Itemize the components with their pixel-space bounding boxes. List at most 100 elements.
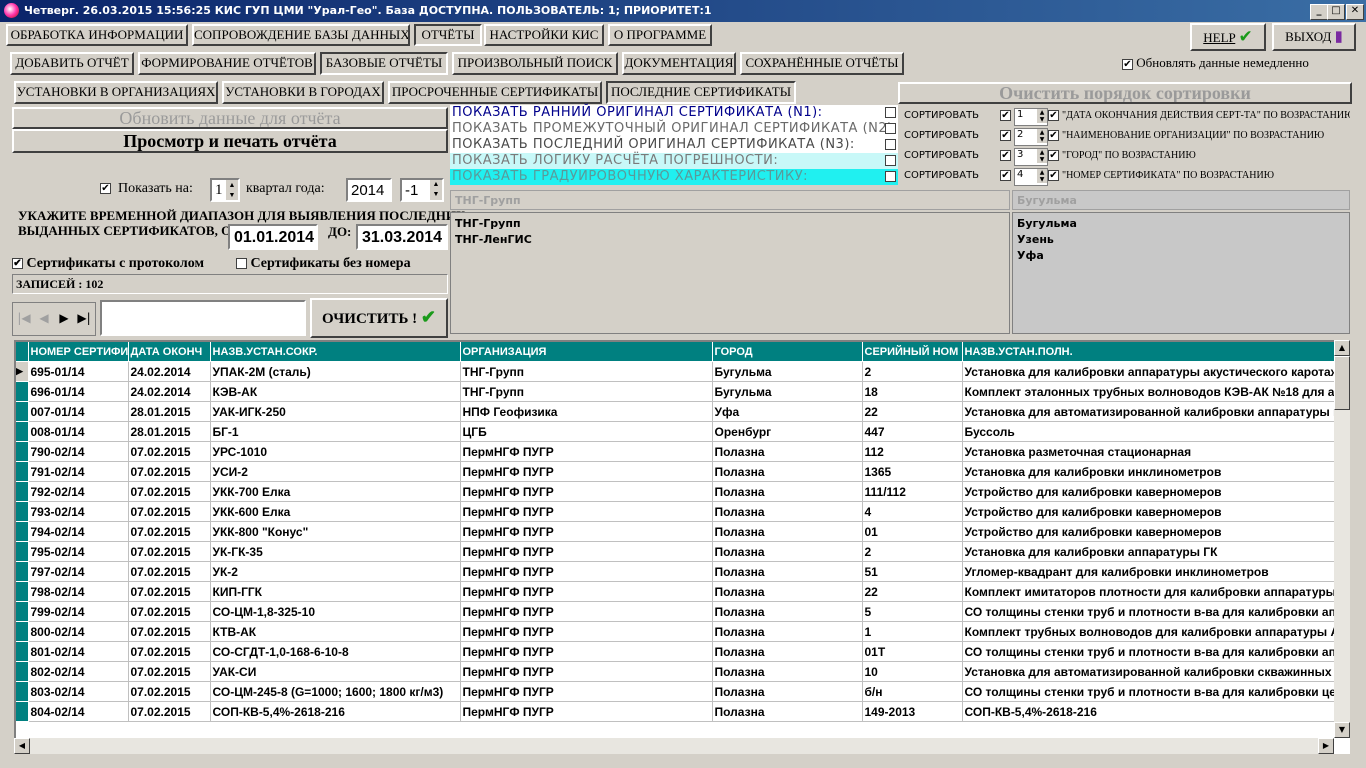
table-cell[interactable]: Устройство для калибровки каверномеров: [962, 501, 1337, 522]
table-cell[interactable]: 792-02/14: [28, 481, 129, 502]
table-cell[interactable]: УК-2: [210, 561, 461, 582]
table-cell[interactable]: Установка для автоматизированной калибро…: [962, 661, 1337, 682]
list-item[interactable]: ТНГ-Групп: [455, 216, 1005, 232]
table-cell[interactable]: 07.02.2015: [128, 481, 211, 502]
row-indicator[interactable]: [16, 641, 29, 662]
table-cell[interactable]: 800-02/14: [28, 621, 129, 642]
table-cell[interactable]: КИП-ГГК: [210, 581, 461, 602]
table-cell[interactable]: Полазна: [712, 441, 863, 462]
table-cell[interactable]: КТВ-АК: [210, 621, 461, 642]
quarter-spinner[interactable]: 1 ▲ ▼: [210, 178, 240, 202]
table-cell[interactable]: УРС-1010: [210, 441, 461, 462]
table-row[interactable]: 790-02/14 07.02.2015 УРС-1010 ПермНГФ ПУГР П…: [16, 441, 1337, 462]
table-cell[interactable]: ЦГБ: [460, 421, 713, 442]
menu-settings[interactable]: НАСТРОЙКИ КИС: [484, 24, 604, 46]
org-filter-input[interactable]: ТНГ-Групп: [450, 190, 1010, 210]
table-cell[interactable]: ТНГ-Групп: [460, 361, 713, 382]
table-cell[interactable]: ПермНГФ ПУГР: [460, 461, 713, 482]
sort-order-spinner[interactable]: 4 ▲ ▼: [1014, 168, 1048, 186]
table-cell[interactable]: 10: [862, 661, 963, 682]
row-indicator[interactable]: [16, 441, 29, 462]
menu-about[interactable]: О ПРОГРАММЕ: [608, 24, 712, 46]
table-row[interactable]: 798-02/14 07.02.2015 КИП-ГГК ПермНГФ ПУГР По…: [16, 581, 1337, 602]
row-indicator[interactable]: [16, 581, 29, 602]
table-cell[interactable]: 007-01/14: [28, 401, 129, 422]
cert-protocol-toggle[interactable]: ✔ Сертификаты с протоколом: [12, 256, 238, 272]
row-indicator[interactable]: [16, 481, 29, 502]
refresh-data-button[interactable]: Обновить данные для отчёта: [12, 107, 448, 129]
table-row[interactable]: 800-02/14 07.02.2015 КТВ-АК ПермНГФ ПУГР Пол…: [16, 621, 1337, 642]
table-cell[interactable]: СО-СГДТ-1,0-168-6-10-8: [210, 641, 461, 662]
spinner-arrows-icon[interactable]: ▲ ▼: [1037, 169, 1047, 183]
table-cell[interactable]: 07.02.2015: [128, 541, 211, 562]
table-cell[interactable]: УКК-700 Елка: [210, 481, 461, 502]
table-cell[interactable]: Полазна: [712, 601, 863, 622]
table-cell[interactable]: 28.01.2015: [128, 421, 211, 442]
table-cell[interactable]: УАК-ИГК-250: [210, 401, 461, 422]
row-indicator[interactable]: [16, 461, 29, 482]
table-cell[interactable]: 112: [862, 441, 963, 462]
menu-processing[interactable]: ОБРАБОТКА ИНФОРМАЦИИ: [6, 24, 188, 46]
table-cell[interactable]: ТНГ-Групп: [460, 381, 713, 402]
row-indicator[interactable]: [16, 701, 29, 722]
table-cell[interactable]: ПермНГФ ПУГР: [460, 641, 713, 662]
subtab-expired-certs[interactable]: ПРОСРОЧЕННЫЕ СЕРТИФИКАТЫ: [388, 81, 602, 104]
spinner-arrows-icon[interactable]: ▲ ▼: [1037, 129, 1047, 143]
table-cell[interactable]: Бугульма: [712, 381, 863, 402]
table-cell[interactable]: 1365: [862, 461, 963, 482]
table-cell[interactable]: СОП-КВ-5,4%-2618-216: [962, 701, 1337, 722]
table-cell[interactable]: УК-ГК-35: [210, 541, 461, 562]
table-cell[interactable]: 797-02/14: [28, 561, 129, 582]
row-indicator[interactable]: [16, 621, 29, 642]
table-cell[interactable]: 799-02/14: [28, 601, 129, 622]
table-cell[interactable]: 22: [862, 401, 963, 422]
row-indicator[interactable]: [16, 541, 29, 562]
first-record-icon[interactable]: |◀: [15, 311, 33, 325]
table-cell[interactable]: 07.02.2015: [128, 661, 211, 682]
table-cell[interactable]: СОП-КВ-5,4%-2618-216: [210, 701, 461, 722]
list-item[interactable]: Уфа: [1017, 248, 1345, 264]
column-header[interactable]: ОРГАНИЗАЦИЯ: [460, 342, 713, 362]
tab-base-reports[interactable]: БАЗОВЫЕ ОТЧЁТЫ: [320, 52, 448, 75]
table-cell[interactable]: Полазна: [712, 561, 863, 582]
date-from-input[interactable]: 01.01.2014: [228, 224, 318, 250]
table-cell[interactable]: 793-02/14: [28, 501, 129, 522]
table-cell[interactable]: ПермНГФ ПУГР: [460, 581, 713, 602]
last-record-icon[interactable]: ▶|: [75, 311, 93, 325]
table-cell[interactable]: 07.02.2015: [128, 601, 211, 622]
table-cell[interactable]: СО толщины стенки труб и плотности в-ва …: [962, 601, 1337, 622]
table-cell[interactable]: 447: [862, 421, 963, 442]
table-cell[interactable]: 07.02.2015: [128, 641, 211, 662]
table-cell[interactable]: Установка для автоматизированной калибро…: [962, 401, 1337, 422]
table-row[interactable]: 696-01/14 24.02.2014 КЭВ-АК ТНГ-Групп Бугуль…: [16, 381, 1337, 402]
table-cell[interactable]: ПермНГФ ПУГР: [460, 681, 713, 702]
spinner-arrows-icon[interactable]: ▲ ▼: [1037, 109, 1047, 123]
table-cell[interactable]: 801-02/14: [28, 641, 129, 662]
table-cell[interactable]: Комплект трубных волноводов для калибров…: [962, 621, 1337, 642]
table-row[interactable]: 791-02/14 07.02.2015 УСИ-2 ПермНГФ ПУГР Пола…: [16, 461, 1337, 482]
row-indicator[interactable]: [16, 401, 29, 422]
table-row[interactable]: 802-02/14 07.02.2015 УАК-СИ ПермНГФ ПУГР Пол…: [16, 661, 1337, 682]
table-cell[interactable]: 2: [862, 361, 963, 382]
search-input[interactable]: [100, 300, 306, 336]
table-cell[interactable]: Буссоль: [962, 421, 1337, 442]
tab-free-search[interactable]: ПРОИЗВОЛЬНЫЙ ПОИСК: [452, 52, 618, 75]
sort-desc-checkbox[interactable]: ✔: [1048, 150, 1059, 161]
show-option-n1-checkbox[interactable]: [885, 107, 896, 118]
next-record-icon[interactable]: ▶: [55, 311, 73, 325]
table-row[interactable]: 801-02/14 07.02.2015 СО-СГДТ-1,0-168-6-10-…: [16, 641, 1337, 662]
tab-add-report[interactable]: ДОБАВИТЬ ОТЧЁТ: [10, 52, 134, 75]
column-header[interactable]: ДАТА ОКОНЧ: [128, 342, 211, 362]
column-header[interactable]: ГОРОД: [712, 342, 863, 362]
scroll-down-icon[interactable]: ▼: [1334, 722, 1350, 738]
table-cell[interactable]: КЭВ-АК: [210, 381, 461, 402]
table-cell[interactable]: 07.02.2015: [128, 561, 211, 582]
table-cell[interactable]: 008-01/14: [28, 421, 129, 442]
scroll-up-icon[interactable]: ▲: [1334, 340, 1350, 356]
table-cell[interactable]: 802-02/14: [28, 661, 129, 682]
table-cell[interactable]: 24.02.2014: [128, 381, 211, 402]
table-cell[interactable]: б/н: [862, 681, 963, 702]
show-option-n3-checkbox[interactable]: [885, 139, 896, 150]
sort-row-checkbox[interactable]: ✔: [1000, 170, 1011, 181]
table-cell[interactable]: Полазна: [712, 661, 863, 682]
